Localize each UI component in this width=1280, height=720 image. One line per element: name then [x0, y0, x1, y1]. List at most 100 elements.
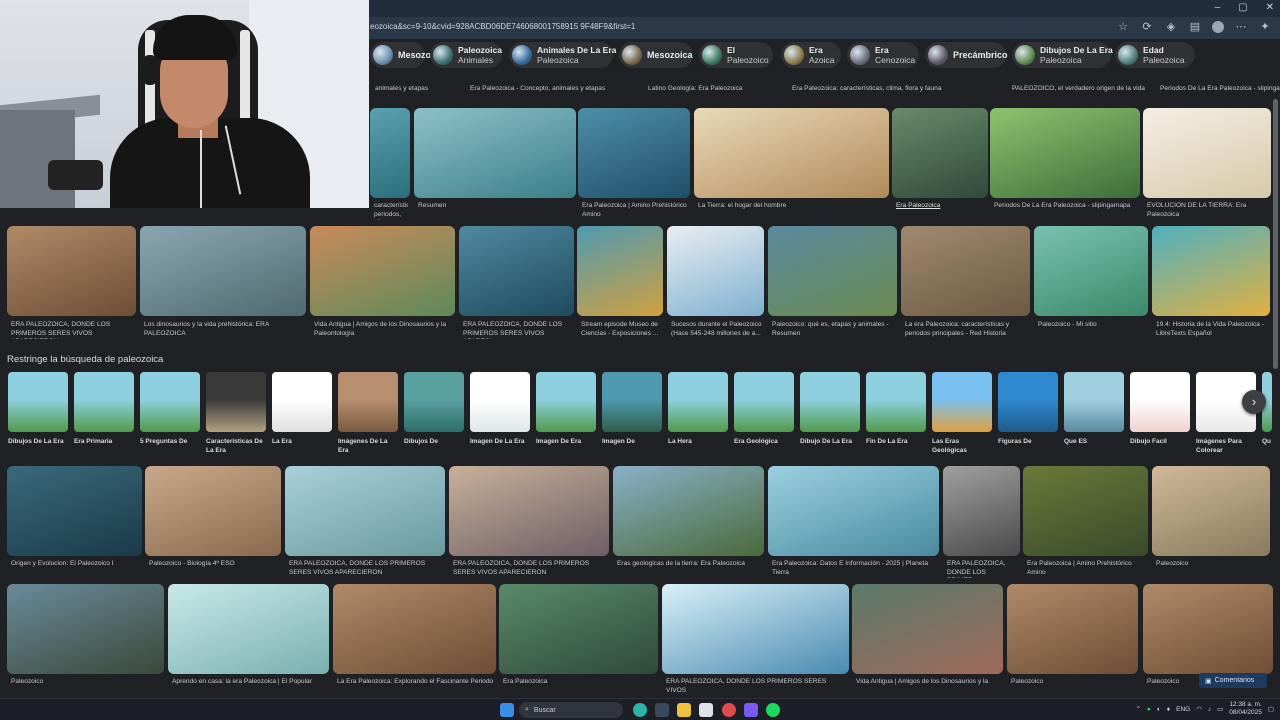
related-search-item[interactable]: Que ES — [1064, 372, 1124, 446]
image-result-caption[interactable]: 19.4: Historia de la Vida Paleozoica - L… — [1156, 321, 1268, 339]
tray-mic-icon[interactable]: ♦ — [1167, 706, 1170, 713]
image-result-caption[interactable]: Paleozoico: qué es, etapas y animales - … — [772, 321, 895, 339]
related-search-thumbnail[interactable] — [668, 372, 728, 432]
image-result-caption[interactable]: ERA PALEOZOICA, DONDE LOS PRIMEROS SERES… — [453, 560, 607, 578]
image-result[interactable]: Paleozoico — [1007, 584, 1138, 698]
image-result[interactable]: Paleozoico: qué es, etapas y animales - … — [768, 226, 897, 344]
tray-app-icon[interactable]: ● — [1147, 706, 1151, 713]
close-button[interactable]: ✕ — [1266, 2, 1274, 13]
related-search-label[interactable]: Dibujos De — [404, 437, 464, 446]
image-result-caption[interactable]: ERA PALEOZOICA, DONDE LOS PRIMEROS SERES… — [289, 560, 443, 578]
related-search-item[interactable]: Las Eras Geológicas — [932, 372, 992, 455]
chip-related-search[interactable]: Animales De La Era Paleozoica — [509, 42, 616, 68]
image-result-thumbnail[interactable] — [1034, 226, 1148, 316]
related-search-label[interactable]: Qu — [1262, 437, 1280, 446]
chip-related-search[interactable]: Precámbrico — [925, 42, 1008, 68]
related-search-thumbnail[interactable] — [1130, 372, 1190, 432]
related-search-thumbnail[interactable] — [998, 372, 1058, 432]
image-result-caption[interactable]: Era Paleozoica — [896, 202, 986, 220]
image-result-thumbnail[interactable] — [1007, 584, 1138, 674]
related-search-label[interactable]: Fin De La Era — [866, 437, 926, 446]
related-search-label[interactable]: Imagen De Era — [536, 437, 596, 446]
chip-related-search[interactable]: El Paleozoico — [699, 42, 773, 68]
image-result-caption[interactable]: ERA PALEOZOICA, DONDE LOS PRIMEROS SERES… — [11, 321, 134, 339]
related-search-item[interactable]: Imágenes De La Era — [338, 372, 398, 455]
chip-related-search[interactable]: Mesozoica — [619, 42, 693, 68]
related-search-label[interactable]: Figuras De — [998, 437, 1058, 446]
related-search-item[interactable]: La Hera — [668, 372, 728, 446]
image-result-caption[interactable]: Paleozoico — [11, 678, 162, 696]
image-result-thumbnail[interactable] — [145, 466, 281, 556]
image-result-thumbnail[interactable] — [370, 108, 410, 198]
image-result[interactable]: EVOLUCIÓN DE LA TIERRA: Era Paleozoica — [1143, 108, 1271, 226]
chrome-icon[interactable] — [722, 703, 736, 717]
related-search-label[interactable]: 5 Preguntas De — [140, 437, 200, 446]
related-search-thumbnail[interactable] — [404, 372, 464, 432]
related-search-label[interactable]: Imagen De La Era — [470, 437, 530, 446]
image-result-caption[interactable]: Era Paleozoica | Amino Prehistórico Amin… — [582, 202, 688, 220]
related-search-label[interactable]: Dibujos De La Era — [8, 437, 68, 446]
profile-avatar-icon[interactable] — [1212, 21, 1224, 33]
related-search-item[interactable]: Figuras De — [998, 372, 1058, 446]
related-search-label[interactable]: Imágenes De La Era — [338, 437, 398, 455]
edge-browser-icon[interactable] — [633, 703, 647, 717]
related-search-label[interactable]: La Hera — [668, 437, 728, 446]
battery-icon[interactable]: ▭ — [1217, 705, 1223, 713]
image-result[interactable]: La Era Paleozoica: Explorando el Fascina… — [333, 584, 496, 698]
puzzle-icon[interactable]: ◈ — [1164, 20, 1178, 33]
chip-related-search[interactable]: Edad Paleozoica — [1115, 42, 1195, 68]
image-result-caption[interactable]: Periodos De La Era Paleozoica - slipinga… — [994, 202, 1138, 220]
image-result[interactable]: Resumen — [414, 108, 576, 226]
related-search-label[interactable]: Dibujo Facil — [1130, 437, 1190, 446]
image-result-caption[interactable]: Era Paleozoica | Amino Prehistórico Amin… — [1027, 560, 1146, 578]
image-result[interactable]: ERA PALEOZOICA, DONDE LOS PRIMEROS SERES… — [7, 226, 136, 344]
sidebar-icon[interactable]: ▤ — [1188, 20, 1202, 33]
image-result-thumbnail[interactable] — [7, 226, 136, 316]
related-search-item[interactable]: Dibujo Facil — [1130, 372, 1190, 446]
related-search-item[interactable]: Dibujos De La Era — [8, 372, 68, 446]
image-result-caption[interactable]: ERA PALEOZOICA, DONDE LOS PRIMER... — [947, 560, 1018, 578]
image-result[interactable]: ERA PALEOZOICA, DONDE LOS PRIMEROS SERES… — [449, 466, 609, 584]
image-result-caption[interactable]: La Tierra: el hogar del hombre — [698, 202, 887, 220]
maximize-button[interactable]: ▢ — [1238, 2, 1247, 13]
image-result[interactable]: Paleozoico — [7, 584, 164, 698]
image-result-caption[interactable]: Stream episode Museo de Ciencias - Expos… — [581, 321, 661, 339]
image-result-caption[interactable]: Vida Antigua | Amigos de los Dinosaurios… — [856, 678, 1001, 696]
image-result-caption[interactable]: Era Paleozoica - Concepto, animales y et… — [470, 85, 620, 103]
image-result-thumbnail[interactable] — [499, 584, 658, 674]
image-result-caption[interactable]: ERA PALEOZOICA, DONDE LOS PRIMEROS SERES… — [463, 321, 572, 339]
tray-language[interactable]: ENG — [1176, 706, 1190, 713]
copilot-icon[interactable]: ✦ — [1258, 20, 1272, 33]
feedback-button[interactable]: ▣ Comentarios — [1199, 673, 1267, 688]
image-result[interactable]: Paleozoico - Mi sitio — [1034, 226, 1148, 344]
image-result-thumbnail[interactable] — [1023, 466, 1148, 556]
image-result-caption[interactable]: Paleozoico - Biología 4º ESO — [149, 560, 279, 578]
image-result-caption[interactable]: EVOLUCIÓN DE LA TIERRA: Era Paleozoica — [1147, 202, 1269, 220]
related-search-item[interactable]: Dibujo De La Era — [800, 372, 860, 446]
related-search-item[interactable]: Imagen De Era — [536, 372, 596, 446]
image-result[interactable]: Era Paleozoica: Datos E Información - 20… — [768, 466, 939, 584]
image-result-caption[interactable]: Periodos De La Era Paleozoica - slipinga… — [1160, 85, 1280, 103]
related-search-item[interactable]: Era Geológica — [734, 372, 794, 446]
more-menu-icon[interactable]: ⋯ — [1234, 20, 1248, 33]
image-result-thumbnail[interactable] — [613, 466, 764, 556]
volume-icon[interactable]: ♪ — [1208, 706, 1211, 713]
image-result-thumbnail[interactable] — [310, 226, 455, 316]
image-result[interactable]: Vida Antigua | Amigos de los Dinosaurios… — [310, 226, 455, 344]
image-result[interactable]: Era Paleozoica | Amino Prehistórico Amin… — [578, 108, 690, 226]
related-search-thumbnail[interactable] — [932, 372, 992, 432]
image-result-caption[interactable]: Paleozoico — [1011, 678, 1136, 696]
image-result-thumbnail[interactable] — [1152, 226, 1270, 316]
related-search-label[interactable]: Imagen De — [602, 437, 662, 446]
image-result[interactable]: Origen y Evolucion: El Paleozoico I — [7, 466, 142, 584]
wifi-icon[interactable]: ◠ — [1196, 705, 1202, 713]
chip-related-search[interactable]: Era Cenozoica — [847, 42, 919, 68]
related-search-thumbnail[interactable] — [8, 372, 68, 432]
related-search-label[interactable]: Características De La Era — [206, 437, 266, 455]
image-result[interactable]: Era Paleozoica — [499, 584, 658, 698]
image-result-caption[interactable]: La Era Paleozoica: Explorando el Fascina… — [337, 678, 494, 696]
tray-chevron-icon[interactable]: ⌃ — [1135, 705, 1140, 713]
related-search-thumbnail[interactable] — [140, 372, 200, 432]
related-search-item[interactable]: Características De La Era — [206, 372, 266, 455]
image-result[interactable]: Paleozoico — [1152, 466, 1270, 584]
